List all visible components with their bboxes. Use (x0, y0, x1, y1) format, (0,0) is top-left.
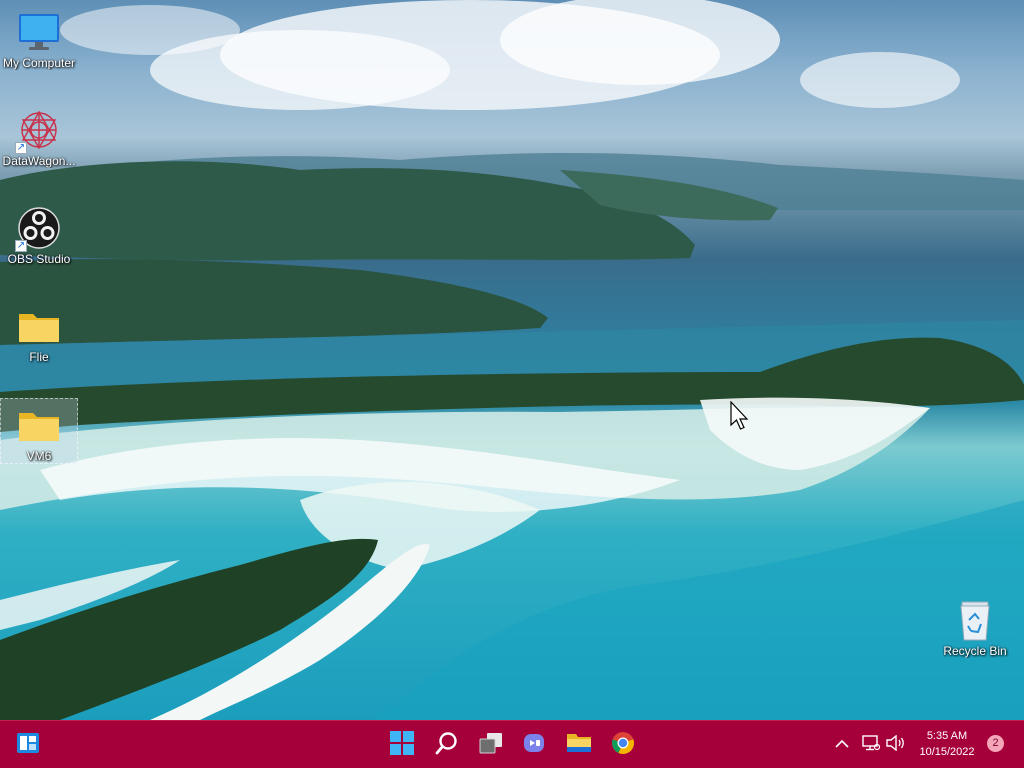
folder-icon (17, 403, 61, 447)
speaker-icon (886, 734, 906, 756)
recycle-bin-icon (953, 598, 997, 642)
shortcut-arrow-icon: ↗ (15, 142, 27, 154)
desktop-wallpaper (0, 0, 1024, 720)
desktop-icon-label: VM6 (26, 449, 52, 463)
windows-logo-icon (390, 730, 414, 760)
teams-chat-icon (522, 731, 548, 760)
clock-button[interactable]: 5:35 AM 10/15/2022 (916, 727, 978, 763)
chrome-button[interactable] (607, 729, 639, 761)
desktop-icon-obs-studio[interactable]: ↗ OBS Studio (0, 202, 78, 268)
task-view-icon (478, 731, 504, 760)
search-button[interactable] (431, 729, 463, 761)
show-hidden-icons-button[interactable] (829, 729, 855, 761)
desktop-icon-label: Flie (29, 350, 49, 364)
desktop-icon-datawagon[interactable]: ↗ DataWagon... (0, 104, 78, 170)
desktop-icon-my-computer[interactable]: My Computer (0, 6, 78, 72)
chevron-up-icon (835, 736, 849, 754)
notification-badge[interactable]: 2 (987, 735, 1004, 752)
clock-time: 5:35 AM (926, 730, 968, 742)
desktop-icon-label: Recycle Bin (943, 644, 1007, 658)
folder-icon (17, 304, 61, 348)
file-explorer-button[interactable] (563, 729, 595, 761)
network-icon (862, 734, 881, 756)
obs-icon: ↗ (15, 206, 61, 252)
desktop-icon-flie-folder[interactable]: Flie (0, 300, 78, 366)
task-view-button[interactable] (475, 729, 507, 761)
search-icon (435, 731, 459, 760)
widgets-icon (16, 732, 40, 759)
datawagon-icon: ↗ (15, 108, 61, 154)
network-button[interactable] (858, 729, 884, 761)
start-button[interactable] (386, 729, 418, 761)
taskbar: 5:35 AM 10/15/2022 (0, 720, 1024, 768)
desktop-icon-label: DataWagon... (2, 154, 76, 168)
folder-icon (566, 731, 592, 760)
shortcut-arrow-icon: ↗ (15, 240, 27, 252)
monitor-icon (17, 10, 61, 54)
chrome-icon (611, 731, 635, 760)
widgets-button[interactable] (12, 729, 44, 761)
desktop-icon-vm6-folder[interactable]: VM6 (0, 398, 78, 464)
chat-button[interactable] (519, 729, 551, 761)
clock-date: 10/15/2022 (919, 746, 975, 758)
desktop-icon-label: My Computer (2, 56, 76, 70)
desktop-icon-label: OBS Studio (7, 252, 71, 266)
desktop-icon-recycle-bin[interactable]: Recycle Bin (936, 594, 1014, 660)
volume-button[interactable] (883, 729, 909, 761)
mouse-cursor-icon (730, 400, 750, 436)
